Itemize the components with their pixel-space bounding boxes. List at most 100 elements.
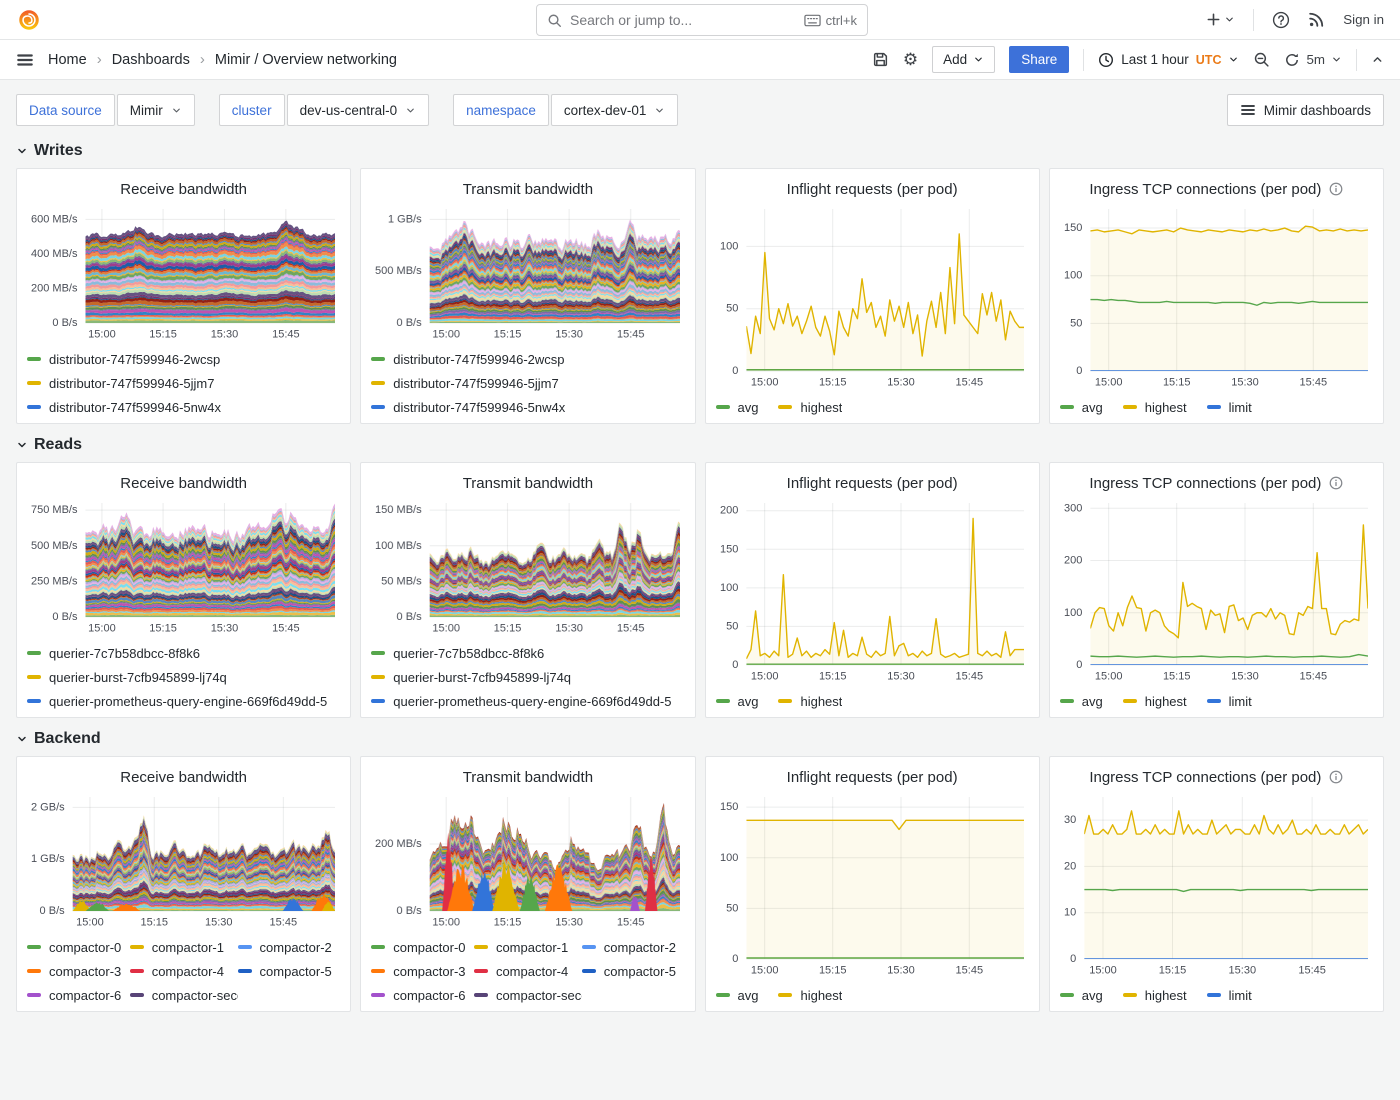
legend-item[interactable]: compactor-1 [474, 935, 582, 959]
panel-title[interactable]: Ingress TCP connections (per pod) [1089, 475, 1321, 492]
panel-title[interactable]: Inflight requests (per pod) [787, 475, 958, 492]
legend-item[interactable]: compactor-2 [582, 935, 685, 959]
chart-canvas[interactable] [1060, 201, 1373, 391]
legend-item[interactable]: compactor-6 [27, 983, 130, 1007]
news-button[interactable] [1308, 11, 1325, 28]
legend-series-label: avg [738, 400, 759, 415]
chart-canvas[interactable] [27, 495, 340, 637]
legend-item[interactable]: compactor-4 [474, 959, 582, 983]
breadcrumb-dashboards[interactable]: Dashboards [112, 52, 190, 68]
legend-item[interactable]: avg [1060, 694, 1103, 709]
legend-item[interactable]: compactor-3 [27, 959, 130, 983]
legend-item[interactable]: querier-burst-7cfb945899-lj74q [27, 665, 340, 689]
legend-item[interactable]: highest [1123, 694, 1187, 709]
panel-title[interactable]: Inflight requests (per pod) [787, 181, 958, 198]
legend-item[interactable]: avg [1060, 988, 1103, 1003]
chart-canvas[interactable] [27, 789, 340, 931]
panel-title[interactable]: Transmit bandwidth [463, 769, 593, 786]
help-button[interactable] [1272, 11, 1290, 29]
info-icon[interactable] [1329, 476, 1343, 490]
legend-item[interactable]: avg [716, 694, 759, 709]
namespace-select[interactable]: cortex-dev-01 [551, 94, 679, 126]
mimir-dashboards-button[interactable]: Mimir dashboards [1227, 94, 1384, 126]
cluster-select[interactable]: dev-us-central-0 [287, 94, 430, 126]
legend-item[interactable]: avg [716, 988, 759, 1003]
legend-item[interactable]: compactor-3 [371, 959, 474, 983]
legend-item[interactable]: highest [1123, 400, 1187, 415]
legend-item[interactable]: compactor-5 [582, 959, 685, 983]
legend-series-marker [371, 675, 385, 679]
legend-item[interactable]: querier-7c7b58dbcc-8f8k6 [371, 641, 684, 665]
legend-item[interactable]: distributor-747f599946-2wcsp [27, 347, 340, 371]
legend-item[interactable]: highest [778, 988, 842, 1003]
new-menu-button[interactable] [1206, 12, 1235, 27]
section-header-reads[interactable]: Reads [0, 424, 1400, 462]
legend-item[interactable]: compactor-0 [371, 935, 474, 959]
legend-item[interactable]: highest [1123, 988, 1187, 1003]
legend-item[interactable]: querier-7c7b58dbcc-8f8k6 [27, 641, 340, 665]
chart-canvas[interactable] [371, 789, 684, 931]
panel-title[interactable]: Ingress TCP connections (per pod) [1089, 181, 1321, 198]
panel-title[interactable]: Ingress TCP connections (per pod) [1089, 769, 1321, 786]
save-dashboard-button[interactable] [872, 51, 889, 68]
legend-item[interactable]: limit [1207, 988, 1252, 1003]
legend-item[interactable]: limit [1207, 400, 1252, 415]
datasource-select[interactable]: Mimir [117, 94, 195, 126]
panel-title[interactable]: Transmit bandwidth [463, 181, 593, 198]
collapse-toolbar-button[interactable] [1371, 53, 1384, 66]
search-box[interactable]: ctrl+k [536, 4, 868, 36]
legend-item[interactable]: compactor-4 [130, 959, 238, 983]
legend-series-marker [130, 993, 144, 997]
legend-item[interactable]: distributor-747f599946-5jjm7 [371, 371, 684, 395]
add-button[interactable]: Add [932, 46, 995, 73]
refresh-button[interactable]: 5m [1284, 52, 1342, 68]
legend-item[interactable]: compactor-1 [130, 935, 238, 959]
legend-item[interactable]: querier-burst-7cfb945899-lj74q [371, 665, 684, 689]
legend-item[interactable]: distributor-747f599946-5jjm7 [27, 371, 340, 395]
chart-canvas[interactable] [716, 495, 1029, 685]
panel-title[interactable]: Transmit bandwidth [463, 475, 593, 492]
mega-menu-button[interactable] [16, 51, 34, 69]
chart-canvas[interactable] [371, 201, 684, 343]
legend-item[interactable]: limit [1207, 694, 1252, 709]
dashboard-settings-button[interactable]: ⚙ [903, 51, 918, 68]
legend-item[interactable]: distributor-747f599946-5nw4x [27, 395, 340, 419]
legend-item[interactable]: compactor-secondary-0 [474, 983, 582, 1007]
legend-item[interactable]: querier-prometheus-query-engine-669f6d49… [27, 689, 340, 713]
chart-canvas[interactable] [1060, 495, 1373, 685]
info-icon[interactable] [1329, 182, 1343, 196]
search-input[interactable] [570, 12, 796, 28]
legend-item[interactable]: compactor-0 [27, 935, 130, 959]
section-header-writes[interactable]: Writes [0, 130, 1400, 168]
panel-title[interactable]: Receive bandwidth [120, 769, 247, 786]
legend-item[interactable]: querier-prometheus-query-engine-669f6d49… [371, 689, 684, 713]
chart-canvas[interactable] [371, 495, 684, 637]
legend-item[interactable]: avg [716, 400, 759, 415]
panel-title[interactable]: Receive bandwidth [120, 181, 247, 198]
panel-title[interactable]: Receive bandwidth [120, 475, 247, 492]
zoom-out-button[interactable] [1253, 51, 1270, 68]
chart-canvas[interactable] [27, 201, 340, 343]
breadcrumb-home[interactable]: Home [48, 52, 87, 68]
legend-item[interactable]: compactor-5 [238, 959, 341, 983]
section-header-backend[interactable]: Backend [0, 718, 1400, 756]
info-icon[interactable] [1329, 770, 1343, 784]
legend-item[interactable]: highest [778, 694, 842, 709]
legend-item[interactable]: compactor-2 [238, 935, 341, 959]
grafana-logo[interactable] [16, 7, 42, 33]
chevron-down-icon [405, 105, 416, 116]
legend-item[interactable]: compactor-6 [371, 983, 474, 1007]
chart-canvas[interactable] [716, 789, 1029, 979]
chart-canvas[interactable] [716, 201, 1029, 391]
legend-item[interactable]: distributor-747f599946-5nw4x [371, 395, 684, 419]
time-range-picker[interactable]: Last 1 hour UTC [1098, 52, 1239, 68]
legend-item[interactable]: avg [1060, 400, 1103, 415]
legend-item[interactable]: distributor-747f599946-2wcsp [371, 347, 684, 371]
chart-canvas[interactable] [1060, 789, 1373, 979]
legend-item[interactable]: highest [778, 400, 842, 415]
share-button[interactable]: Share [1009, 46, 1069, 73]
panel-title[interactable]: Inflight requests (per pod) [787, 769, 958, 786]
legend-series-label: compactor-1 [152, 940, 224, 955]
legend-item[interactable]: compactor-secondary-0 [130, 983, 238, 1007]
sign-in-button[interactable]: Sign in [1343, 12, 1384, 27]
